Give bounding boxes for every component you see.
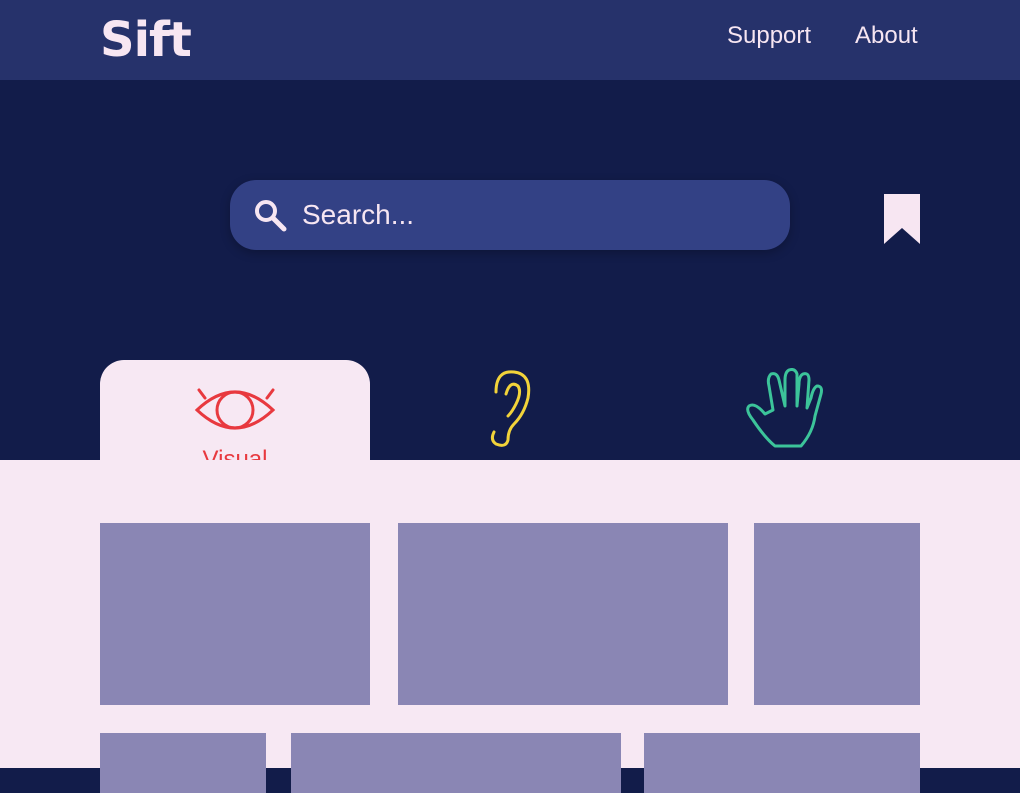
result-card[interactable] <box>100 733 266 793</box>
nav-support-link[interactable]: Support <box>727 20 811 52</box>
results-area <box>0 460 1020 793</box>
result-card[interactable] <box>644 733 920 793</box>
tab-touch[interactable] <box>650 360 920 460</box>
hand-icon <box>746 368 823 448</box>
result-card[interactable] <box>754 523 920 705</box>
search-input[interactable] <box>302 194 762 236</box>
eye-icon <box>194 388 276 430</box>
tab-hearing[interactable] <box>375 360 645 460</box>
search-bar[interactable] <box>230 180 790 250</box>
tab-visual[interactable]: Visual <box>100 360 370 473</box>
bookmark-icon[interactable] <box>884 194 920 244</box>
result-card[interactable] <box>398 523 728 705</box>
site-header: Sift Support About <box>0 0 1020 80</box>
search-icon[interactable] <box>252 197 288 233</box>
result-card[interactable] <box>100 523 370 705</box>
nav-about-link[interactable]: About <box>855 20 918 52</box>
result-card[interactable] <box>291 733 621 793</box>
logo[interactable]: Sift <box>100 10 192 70</box>
ear-icon <box>490 370 531 447</box>
